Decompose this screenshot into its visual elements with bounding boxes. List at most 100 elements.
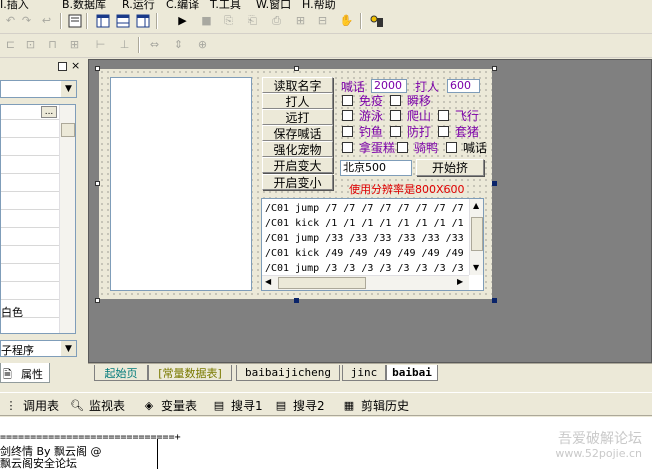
tab-constant-table[interactable]: [常量数据表] — [148, 365, 232, 381]
panel-close-icon[interactable]: × — [71, 59, 80, 72]
menu-tools[interactable]: T.工具 — [210, 0, 241, 10]
code-line: /C01 jump /7 /7 /7 /7 /7 /7 /7 /7 — [265, 203, 464, 214]
enhance-pet-button[interactable]: 强化宠物 — [262, 141, 333, 157]
resize-handle[interactable] — [294, 298, 299, 303]
watermark-url: www.52pojie.cn — [555, 447, 642, 460]
search1-tab[interactable]: ▤ 搜寻1 — [212, 396, 263, 414]
stop-icon[interactable]: ■ — [198, 13, 215, 28]
same-width-icon[interactable]: ⇔ — [146, 37, 163, 52]
name-listbox[interactable] — [110, 77, 252, 291]
layout1-icon[interactable] — [94, 13, 111, 28]
variable-table-label: 变量表 — [161, 398, 198, 413]
checkbox-catch-pig[interactable]: 套猪 — [438, 124, 479, 139]
checkbox-block-hit[interactable]: 防打 — [390, 124, 431, 139]
checkbox-ride-duck[interactable]: 骑鸭 — [397, 140, 438, 155]
watch2-icon[interactable]: ⊟ — [314, 13, 331, 28]
menu-compile[interactable]: C.编译 — [166, 0, 199, 10]
checkbox-climb-label: 爬山 — [407, 108, 432, 123]
start-button[interactable]: 开始挤 — [416, 159, 484, 176]
space-vert-icon[interactable]: ⊥ — [116, 37, 133, 52]
step-out-icon[interactable]: ⎙ — [268, 13, 285, 28]
same-size-icon[interactable]: ⊕ — [194, 37, 211, 52]
menu-help[interactable]: H.帮助 — [302, 0, 336, 10]
checkbox-cake[interactable]: 拿蛋糕 — [342, 140, 395, 155]
read-name-button[interactable]: 读取名字 — [262, 77, 333, 93]
watch-icon[interactable]: ⊞ — [292, 13, 309, 28]
tab-jinc[interactable]: jinc — [342, 365, 386, 381]
scroll-left-icon[interactable]: ◀ — [265, 277, 271, 286]
tab-baibai[interactable]: baibai — [386, 365, 438, 381]
debug-icon[interactable] — [368, 13, 385, 28]
call-table-tab[interactable]: ⋮ 调用表 — [4, 396, 60, 414]
variable-table-tab[interactable]: ◈ 变量表 — [142, 396, 197, 414]
align-top-icon[interactable]: ⊓ — [44, 37, 61, 52]
shrink-button[interactable]: 开启变小 — [262, 174, 333, 190]
scroll-up-icon[interactable]: ▲ — [473, 201, 479, 210]
main-toolbar: ↶ ↷ ↩ ▶ ■ ⎘ ⎗ ⎙ ⊞ ⊟ ✋ — [0, 10, 652, 34]
checkbox-climb[interactable]: 爬山 — [390, 108, 432, 123]
watch-table-tab[interactable]: 🔍︎ 监视表 — [70, 396, 125, 414]
object-selector[interactable]: ▼ — [0, 80, 77, 98]
scroll-down-icon[interactable]: ▼ — [473, 263, 479, 272]
checkbox-shout-label: 喊话 — [463, 140, 488, 155]
enlarge-button[interactable]: 开启变大 — [262, 157, 333, 173]
resize-handle[interactable] — [492, 66, 497, 71]
step-icon[interactable]: ⎘ — [220, 13, 237, 28]
property-scrollbar[interactable] — [59, 105, 75, 333]
checkbox-fly[interactable]: 飞行 — [438, 108, 479, 123]
save-shout-button[interactable]: 保存喊话 — [262, 125, 333, 141]
resize-handle[interactable] — [95, 181, 100, 186]
resize-handle[interactable] — [294, 66, 299, 71]
hand-icon[interactable]: ✋ — [338, 13, 355, 28]
property-grid: ... 白色 — [0, 104, 76, 334]
panel-dock-icon[interactable] — [58, 62, 67, 71]
align-middle-icon[interactable]: ⊞ — [66, 37, 83, 52]
menu-window[interactable]: W.窗口 — [256, 0, 291, 10]
run-icon[interactable]: ▶ — [174, 13, 191, 28]
hit-input[interactable]: 600 — [447, 79, 480, 93]
output-pane[interactable]: =============================+ 剑终情 By 飘云… — [0, 417, 652, 469]
horizontal-scrollbar[interactable]: ◀ ▶ — [262, 275, 469, 290]
scroll-right-icon[interactable]: ▶ — [457, 277, 463, 286]
remote-hit-button[interactable]: 远打 — [262, 109, 333, 125]
same-height-icon[interactable]: ⇕ — [170, 37, 187, 52]
checkbox-swim[interactable]: 游泳 — [342, 108, 383, 123]
checkbox-fishing[interactable]: 钓鱼 — [342, 124, 383, 139]
hit-button[interactable]: 打人 — [262, 93, 333, 109]
menu-insert[interactable]: I.插入 — [0, 0, 29, 10]
resize-handle[interactable] — [95, 298, 100, 303]
tab-properties-label: 属性 — [21, 368, 43, 381]
align-center-icon[interactable]: ⊡ — [22, 37, 39, 52]
city-input[interactable]: 北京500 — [340, 160, 412, 176]
resize-handle[interactable] — [95, 66, 100, 71]
menu-database[interactable]: B.数据库 — [62, 0, 106, 10]
checkbox-shout[interactable]: 喊话 — [446, 140, 488, 155]
redo-icon[interactable]: ↷ — [18, 13, 35, 28]
step-into-icon[interactable]: ⎗ — [244, 13, 261, 28]
menu-run[interactable]: R.运行 — [122, 0, 155, 10]
subprogram-selector[interactable]: 子程序 ▼ — [0, 340, 77, 357]
undo-icon[interactable]: ↶ — [2, 13, 19, 28]
clip-history-tab[interactable]: ▦ 剪辑历史 — [342, 396, 409, 414]
align-left-icon[interactable]: ⊏ — [2, 37, 19, 52]
tab-baibaijicheng[interactable]: baibaijicheng — [236, 365, 340, 381]
resize-handle[interactable] — [492, 298, 497, 303]
search2-label: 搜寻2 — [293, 398, 325, 413]
layout2-icon[interactable] — [114, 13, 131, 28]
ellipsis-button[interactable]: ... — [41, 106, 57, 118]
checkbox-teleport[interactable]: 瞬移 — [390, 93, 431, 108]
command-textarea[interactable]: /C01 jump /7 /7 /7 /7 /7 /7 /7 /7 /C01 k… — [261, 198, 484, 291]
back-icon[interactable]: ↩ — [38, 13, 55, 28]
checkbox-immune[interactable]: 免疫 — [342, 93, 383, 108]
layout3-icon[interactable] — [134, 13, 151, 28]
tab-start-page[interactable]: 起始页 — [94, 365, 148, 381]
chevron-down-icon[interactable]: ▼ — [61, 81, 76, 97]
resize-handle[interactable] — [492, 181, 497, 186]
find-icon[interactable] — [66, 13, 83, 28]
vertical-scrollbar[interactable]: ▲ ▼ — [469, 199, 483, 275]
space-horiz-icon[interactable]: ⊢ — [92, 37, 109, 52]
tab-properties[interactable]: 🗎 属性 — [0, 363, 50, 383]
search2-tab[interactable]: ▤ 搜寻2 — [274, 396, 325, 414]
property-value-color[interactable]: 白色 — [1, 304, 23, 320]
chevron-down-icon[interactable]: ▼ — [61, 341, 76, 356]
